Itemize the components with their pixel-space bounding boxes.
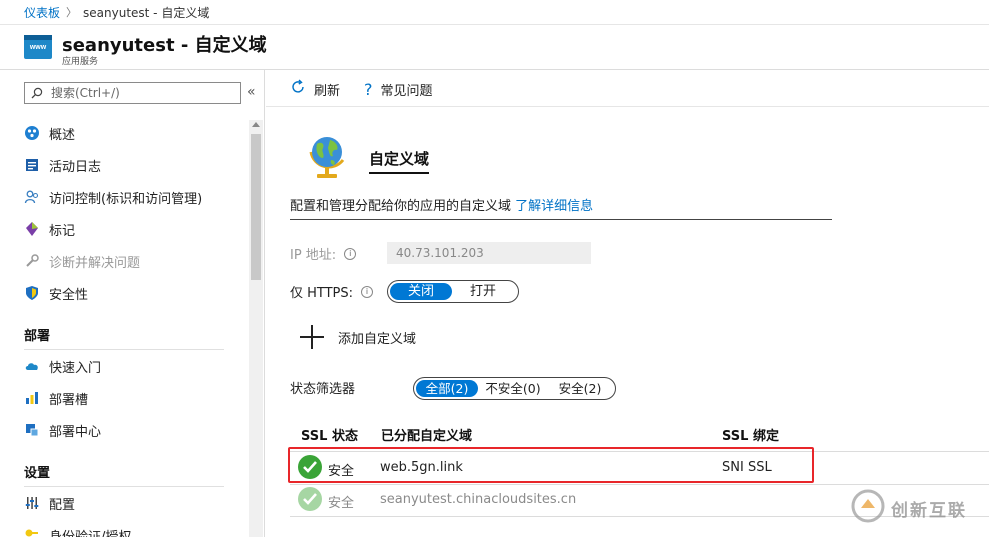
sidebar-item-access-control[interactable]: 访问控制(标识和访问管理) — [24, 186, 202, 208]
sidebar-item-security[interactable]: 安全性 — [24, 282, 88, 304]
divider — [24, 349, 224, 350]
sidebar-item-label: 身份验证/授权 — [49, 529, 132, 537]
sidebar-item-label: 访问控制(标识和访问管理) — [49, 191, 203, 207]
sidebar-item-label: 部署槽 — [49, 392, 89, 408]
cloud-icon — [24, 358, 40, 374]
sidebar-item-label: 标记 — [49, 223, 76, 239]
sidebar: « 概述 活动日志 访问控制(标识和访问管理) 标记 诊断并解决问题 — [0, 70, 265, 537]
refresh-icon — [290, 79, 306, 99]
overview-icon — [24, 125, 40, 141]
divider — [290, 219, 832, 220]
scroll-up-icon[interactable] — [252, 122, 260, 127]
watermark-logo-icon — [851, 489, 885, 527]
sidebar-item-label: 安全性 — [49, 287, 89, 303]
sidebar-item-overview[interactable]: 概述 — [24, 122, 75, 144]
ssl-status: 安全 — [328, 496, 355, 511]
watermark: 创新互联 — [851, 489, 967, 527]
tag-icon — [24, 221, 40, 237]
refresh-label: 刷新 — [314, 83, 341, 99]
question-icon: ? — [364, 79, 373, 99]
add-custom-domain-button[interactable]: 添加自定义域 — [300, 324, 416, 350]
sidebar-item-label: 部署中心 — [49, 424, 102, 440]
plus-icon — [300, 325, 324, 349]
app-service-icon: www — [24, 35, 52, 59]
key-icon — [24, 527, 40, 537]
sidebar-scrollbar[interactable] — [249, 120, 263, 537]
sidebar-item-deployment-center[interactable]: 部署中心 — [24, 419, 101, 441]
sidebar-item-label: 配置 — [49, 497, 76, 513]
info-icon[interactable]: i — [344, 247, 357, 260]
column-header-ssl-status[interactable]: SSL 状态 — [301, 425, 358, 444]
faq-label: 常见问题 — [380, 83, 433, 99]
shield-icon — [24, 285, 40, 301]
sidebar-item-label: 诊断并解决问题 — [49, 255, 141, 271]
sidebar-item-label: 快速入门 — [49, 360, 102, 376]
learn-more-link[interactable]: 了解详细信息 — [515, 199, 593, 214]
breadcrumb-dashboard-link[interactable]: 仪表板 — [24, 4, 60, 21]
access-control-icon — [24, 189, 40, 205]
collapse-sidebar-button[interactable]: « — [247, 84, 256, 100]
sidebar-item-deployment-slots[interactable]: 部署槽 — [24, 387, 88, 409]
breadcrumb-current: seanyutest - 自定义域 — [83, 5, 210, 20]
description-text: 配置和管理分配给你的应用的自定义域 — [290, 199, 516, 214]
refresh-button[interactable]: 刷新 — [290, 79, 340, 99]
deployment-center-icon — [24, 422, 40, 438]
column-header-domain[interactable]: 已分配自定义域 — [381, 425, 472, 444]
table-header: SSL 状态 已分配自定义域 SSL 绑定 — [290, 425, 989, 445]
section-title-settings: 设置 — [24, 466, 51, 481]
description: 配置和管理分配给你的应用的自定义域 了解详细信息 — [290, 195, 593, 214]
filter-all-option[interactable]: 全部(2) — [416, 380, 478, 397]
config-icon — [24, 495, 40, 511]
info-icon[interactable]: i — [361, 285, 374, 298]
section-heading: 自定义域 — [369, 148, 430, 174]
status-filter[interactable]: 全部(2) 不安全(0) 安全(2) — [413, 377, 616, 400]
divider — [0, 24, 989, 25]
faq-button[interactable]: ? 常见问题 — [364, 80, 433, 99]
divider — [24, 486, 224, 487]
https-off-option[interactable]: 关闭 — [390, 283, 452, 300]
sidebar-item-label: 概述 — [49, 127, 76, 143]
check-icon — [298, 487, 322, 511]
search-input[interactable] — [51, 86, 221, 100]
https-only-label: 仅 HTTPS: i — [290, 282, 374, 301]
sidebar-item-label: 活动日志 — [49, 159, 102, 175]
divider — [266, 106, 989, 107]
sidebar-item-activity-log[interactable]: 活动日志 — [24, 154, 101, 176]
sidebar-item-configuration[interactable]: 配置 — [24, 492, 75, 514]
sidebar-item-quickstart[interactable]: 快速入门 — [24, 355, 101, 377]
watermark-text: 创新互联 — [891, 500, 967, 521]
globe-icon — [303, 130, 351, 182]
column-header-ssl-binding[interactable]: SSL 绑定 — [722, 425, 779, 444]
command-bar: 刷新 ? 常见问题 — [290, 78, 433, 100]
page-subtitle: 应用服务 — [62, 57, 99, 67]
wrench-icon — [24, 253, 40, 269]
highlight-box — [288, 447, 814, 483]
status-filter-label: 状态筛选器 — [290, 382, 356, 397]
activity-log-icon — [24, 157, 40, 173]
slots-icon — [24, 390, 40, 406]
scrollbar-thumb[interactable] — [251, 134, 261, 280]
https-on-option[interactable]: 打开 — [452, 283, 514, 300]
ip-address-label: IP 地址: i — [290, 244, 357, 263]
sidebar-item-tags[interactable]: 标记 — [24, 218, 75, 240]
search-icon — [31, 87, 43, 99]
filter-insecure-option[interactable]: 不安全(0) — [478, 380, 548, 397]
section-title-deploy: 部署 — [24, 329, 51, 344]
sidebar-item-authentication[interactable]: 身份验证/授权 — [24, 524, 131, 537]
search-box[interactable] — [24, 82, 241, 104]
domain-name: seanyutest.chinacloudsites.cn — [380, 492, 577, 507]
https-only-label-text: 仅 HTTPS: — [290, 286, 354, 301]
https-only-toggle[interactable]: 关闭 打开 — [387, 280, 519, 303]
chevron-right-icon: 〉 — [66, 6, 78, 19]
ip-address-label-text: IP 地址: — [290, 248, 337, 263]
ip-address-field[interactable]: 40.73.101.203 — [387, 242, 591, 264]
breadcrumb: 仪表板 〉 seanyutest - 自定义域 — [24, 3, 209, 21]
add-custom-domain-label: 添加自定义域 — [338, 331, 417, 347]
sidebar-item-diagnose[interactable]: 诊断并解决问题 — [24, 250, 140, 272]
filter-secure-option[interactable]: 安全(2) — [548, 380, 612, 397]
